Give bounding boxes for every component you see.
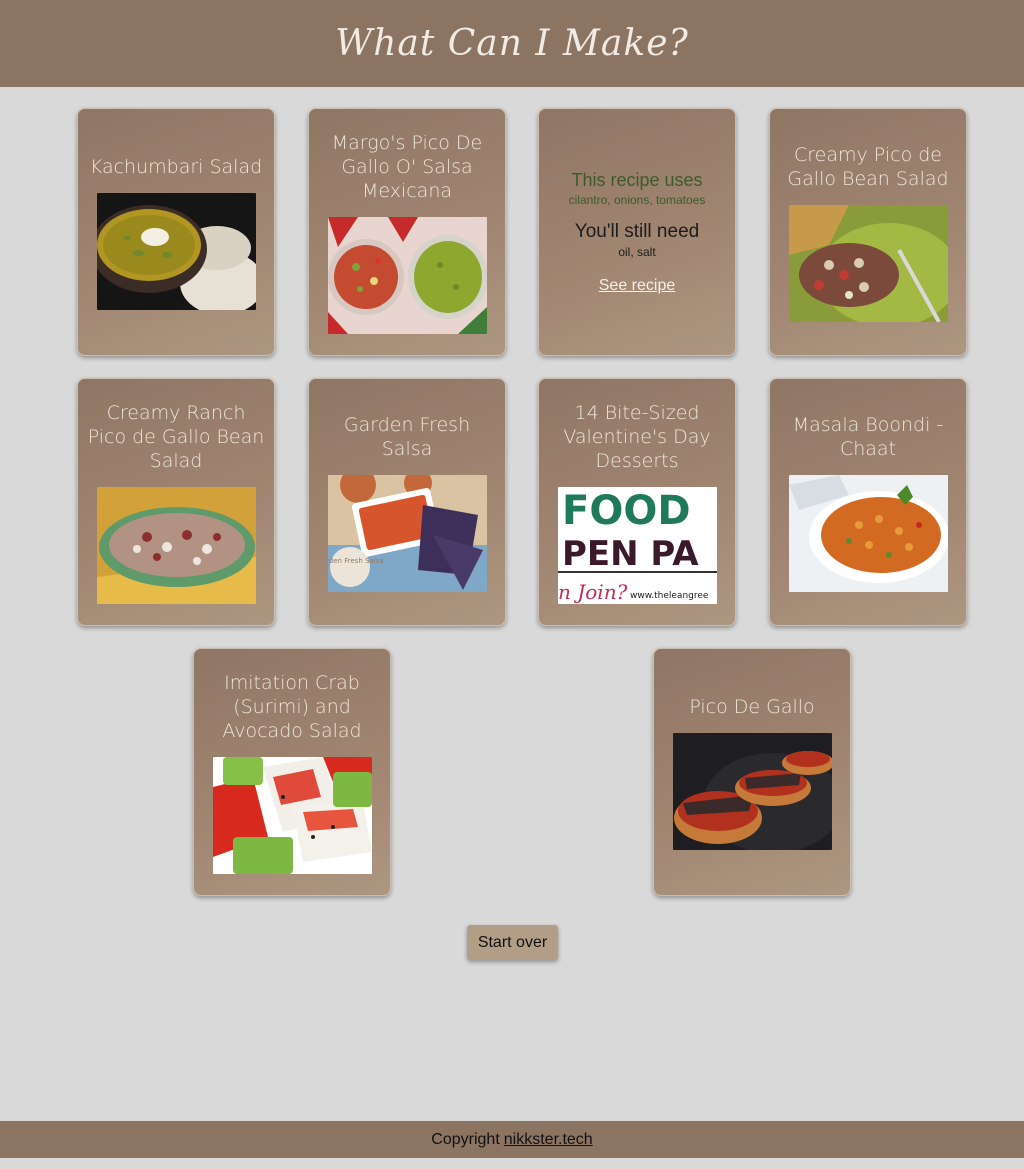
banner-url: www.theleangree [630, 591, 709, 601]
recipe-card[interactable]: Imitation Crab (Surimi) and Avocado Sala… [193, 648, 391, 896]
chaat-plate-photo-icon [788, 474, 948, 592]
recipe-image[interactable] [788, 474, 948, 592]
start-over-button[interactable]: Start over [467, 925, 558, 960]
need-ingredients: oil, salt [618, 244, 656, 259]
banner-line3: n Join? [558, 580, 628, 604]
recipe-image[interactable]: FOOD PEN PA n Join? www.theleangree [557, 486, 717, 604]
recipe-title: Imitation Crab (Surimi) and Avocado Sala… [222, 671, 362, 742]
recipe-image[interactable] [788, 204, 948, 322]
banner-line2: PEN PA [562, 534, 699, 574]
recipe-title: Creamy Ranch Pico de Gallo Bean Salad [87, 401, 265, 472]
recipe-card[interactable]: Creamy Pico de Gallo Bean Salad [769, 108, 967, 356]
banner-line1: FOOD [562, 488, 691, 534]
recipe-card[interactable]: Kachumbari Salad [77, 108, 275, 356]
copyright-text: Copyright [431, 1130, 500, 1148]
site-link[interactable]: nikkster.tech [504, 1131, 593, 1149]
recipe-detail: This recipe uses cilantro, onions, tomat… [569, 170, 706, 295]
recipe-card[interactable]: Masala Boondi - Chaat [769, 378, 967, 626]
bean-plate-photo-icon [96, 486, 256, 604]
crab-avocado-photo-icon [212, 756, 372, 874]
recipe-card[interactable]: 14 Bite-Sized Valentine's Day Desserts F… [538, 378, 736, 626]
recipe-card[interactable]: Creamy Ranch Pico de Gallo Bean Salad [77, 378, 275, 626]
recipe-image[interactable] [327, 216, 487, 334]
recipe-title: Kachumbari Salad [89, 155, 263, 178]
recipe-title: Masala Boondi - Chaat [792, 413, 944, 460]
image-caption: Garden Fresh Salsa [328, 557, 384, 565]
salsa-chips-photo-icon: Garden Fresh Salsa [327, 474, 487, 592]
recipe-card[interactable]: Margo's Pico De Gallo O' Salsa Mexicana [308, 108, 506, 356]
recipe-card[interactable]: Garden Fresh Salsa Garden Fresh Salsa [308, 378, 506, 626]
recipe-image[interactable] [96, 486, 256, 604]
recipe-title: 14 Bite-Sized Valentine's Day Desserts [563, 401, 711, 472]
recipe-card[interactable]: Pico De Gallo [653, 648, 851, 896]
see-recipe-link[interactable]: See recipe [599, 277, 676, 294]
recipe-image[interactable] [96, 192, 256, 310]
recipe-title: Pico De Gallo [689, 695, 815, 718]
food-pen-pals-banner-icon: FOOD PEN PA n Join? www.theleangree [557, 486, 717, 604]
page-title: What Can I Make? [335, 23, 689, 64]
recipe-title: Garden Fresh Salsa [343, 413, 471, 460]
bean-salad-photo-icon [788, 204, 948, 322]
soup-bowl-photo-icon [96, 192, 256, 310]
recipe-image[interactable] [212, 756, 372, 874]
need-heading: You'll still need [574, 220, 700, 242]
salsa-bowls-photo-icon [327, 216, 487, 334]
recipe-card-flipped[interactable]: This recipe uses cilantro, onions, tomat… [538, 108, 736, 356]
recipe-title: Margo's Pico De Gallo O' Salsa Mexicana [331, 131, 483, 202]
recipe-image[interactable] [672, 732, 832, 850]
bruschetta-photo-icon [672, 732, 832, 850]
site-header: What Can I Make? [0, 0, 1024, 87]
uses-ingredients: cilantro, onions, tomatoes [568, 192, 706, 207]
site-footer: Copyright nikkster.tech [0, 1121, 1024, 1158]
uses-heading: This recipe uses [571, 169, 703, 190]
recipe-title: Creamy Pico de Gallo Bean Salad [787, 143, 949, 190]
recipe-image[interactable]: Garden Fresh Salsa [327, 474, 487, 592]
